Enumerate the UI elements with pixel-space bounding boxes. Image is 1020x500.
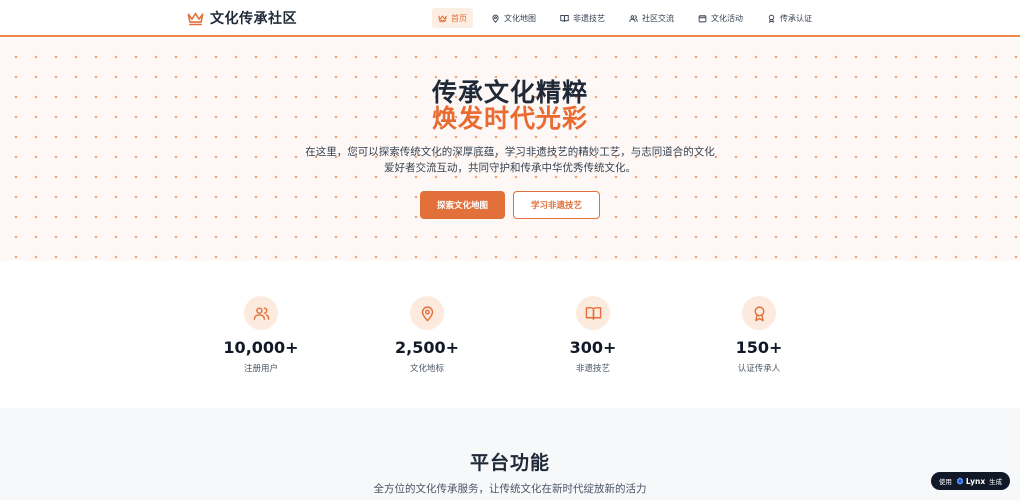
nav-label: 首页 bbox=[451, 13, 467, 23]
nav-label: 非遗技艺 bbox=[573, 13, 605, 23]
nav-item-heritage-skills[interactable]: 非遗技艺 bbox=[554, 8, 611, 28]
crown-icon bbox=[438, 14, 447, 22]
stat-icon-circle bbox=[576, 296, 610, 330]
badge-name: Lynx bbox=[965, 476, 986, 486]
stat-landmarks: 2,500+ 文化地标 bbox=[344, 261, 510, 408]
brand[interactable]: 文化传承社区 bbox=[187, 9, 297, 27]
lynx-logo-icon bbox=[957, 477, 963, 485]
stat-value: 2,500+ bbox=[394, 338, 459, 357]
nav-item-events[interactable]: 文化活动 bbox=[692, 8, 749, 28]
nav-item-certification[interactable]: 传承认证 bbox=[761, 8, 818, 28]
features-section: 平台功能 全方位的文化传承服务，让传统文化在新时代绽放新的活力 bbox=[0, 408, 1020, 500]
stat-value: 10,000+ bbox=[223, 338, 299, 357]
stat-skills: 300+ 非遗技艺 bbox=[510, 261, 676, 408]
hero-title-line2: 焕发时代光彩 bbox=[431, 104, 588, 133]
nav-item-culture-map[interactable]: 文化地图 bbox=[485, 8, 542, 28]
stat-icon-circle bbox=[244, 296, 278, 330]
crown-logo-icon bbox=[187, 12, 204, 25]
users-icon bbox=[629, 14, 638, 22]
section-title: 平台功能 bbox=[469, 452, 550, 474]
stat-label: 注册用户 bbox=[243, 364, 278, 374]
stats-section: 10,000+ 注册用户 2,500+ 文化地标 300+ 非遗技艺 150+ … bbox=[0, 261, 1020, 408]
award-icon bbox=[754, 305, 764, 321]
stat-icon-circle bbox=[742, 296, 776, 330]
stat-label: 文化地标 bbox=[409, 364, 444, 374]
learn-skills-button[interactable]: 学习非遗技艺 bbox=[513, 191, 600, 219]
award-icon bbox=[768, 14, 775, 23]
book-icon bbox=[560, 14, 569, 22]
section-subtitle: 全方位的文化传承服务，让传统文化在新时代绽放新的活力 bbox=[373, 483, 647, 495]
made-with-lynx-badge[interactable]: 使用 Lynx 生成 bbox=[931, 472, 1010, 490]
main-nav: 首页 文化地图 非遗技艺 社区交流 文化活动 传承认证 bbox=[432, 8, 830, 28]
nav-item-community[interactable]: 社区交流 bbox=[623, 8, 680, 28]
badge-prefix: 使用 bbox=[938, 478, 952, 486]
top-navbar: 文化传承社区 首页 文化地图 非遗技艺 社区交流 文化活动 传承认证 bbox=[0, 0, 1020, 37]
brand-name: 文化传承社区 bbox=[210, 11, 297, 27]
nav-label: 传承认证 bbox=[780, 13, 812, 23]
stat-icon-circle bbox=[410, 296, 444, 330]
badge-suffix: 生成 bbox=[989, 478, 1003, 486]
stat-label: 认证传承人 bbox=[737, 364, 781, 374]
book-icon bbox=[585, 306, 601, 320]
nav-label: 文化地图 bbox=[504, 13, 536, 23]
hero-description: 在这里，您可以探索传统文化的深厚底蕴，学习非遗技艺的精妙工艺，与志同道合的文化爱… bbox=[305, 146, 715, 174]
map-pin-icon bbox=[492, 14, 499, 23]
map-pin-icon bbox=[421, 305, 433, 322]
stat-users: 10,000+ 注册用户 bbox=[178, 261, 344, 408]
stat-value: 150+ bbox=[735, 338, 783, 357]
explore-map-button[interactable]: 探索文化地图 bbox=[420, 191, 505, 219]
nav-label: 社区交流 bbox=[642, 13, 674, 23]
stat-label: 非遗技艺 bbox=[575, 364, 610, 374]
nav-item-home[interactable]: 首页 bbox=[432, 8, 473, 28]
users-icon bbox=[253, 306, 269, 320]
calendar-icon bbox=[698, 14, 707, 22]
stat-value: 300+ bbox=[569, 338, 617, 357]
hero-section: 传承文化精粹 焕发时代光彩 在这里，您可以探索传统文化的深厚底蕴，学习非遗技艺的… bbox=[0, 39, 1020, 261]
nav-label: 文化活动 bbox=[711, 13, 743, 23]
stat-inheritors: 150+ 认证传承人 bbox=[676, 261, 842, 408]
